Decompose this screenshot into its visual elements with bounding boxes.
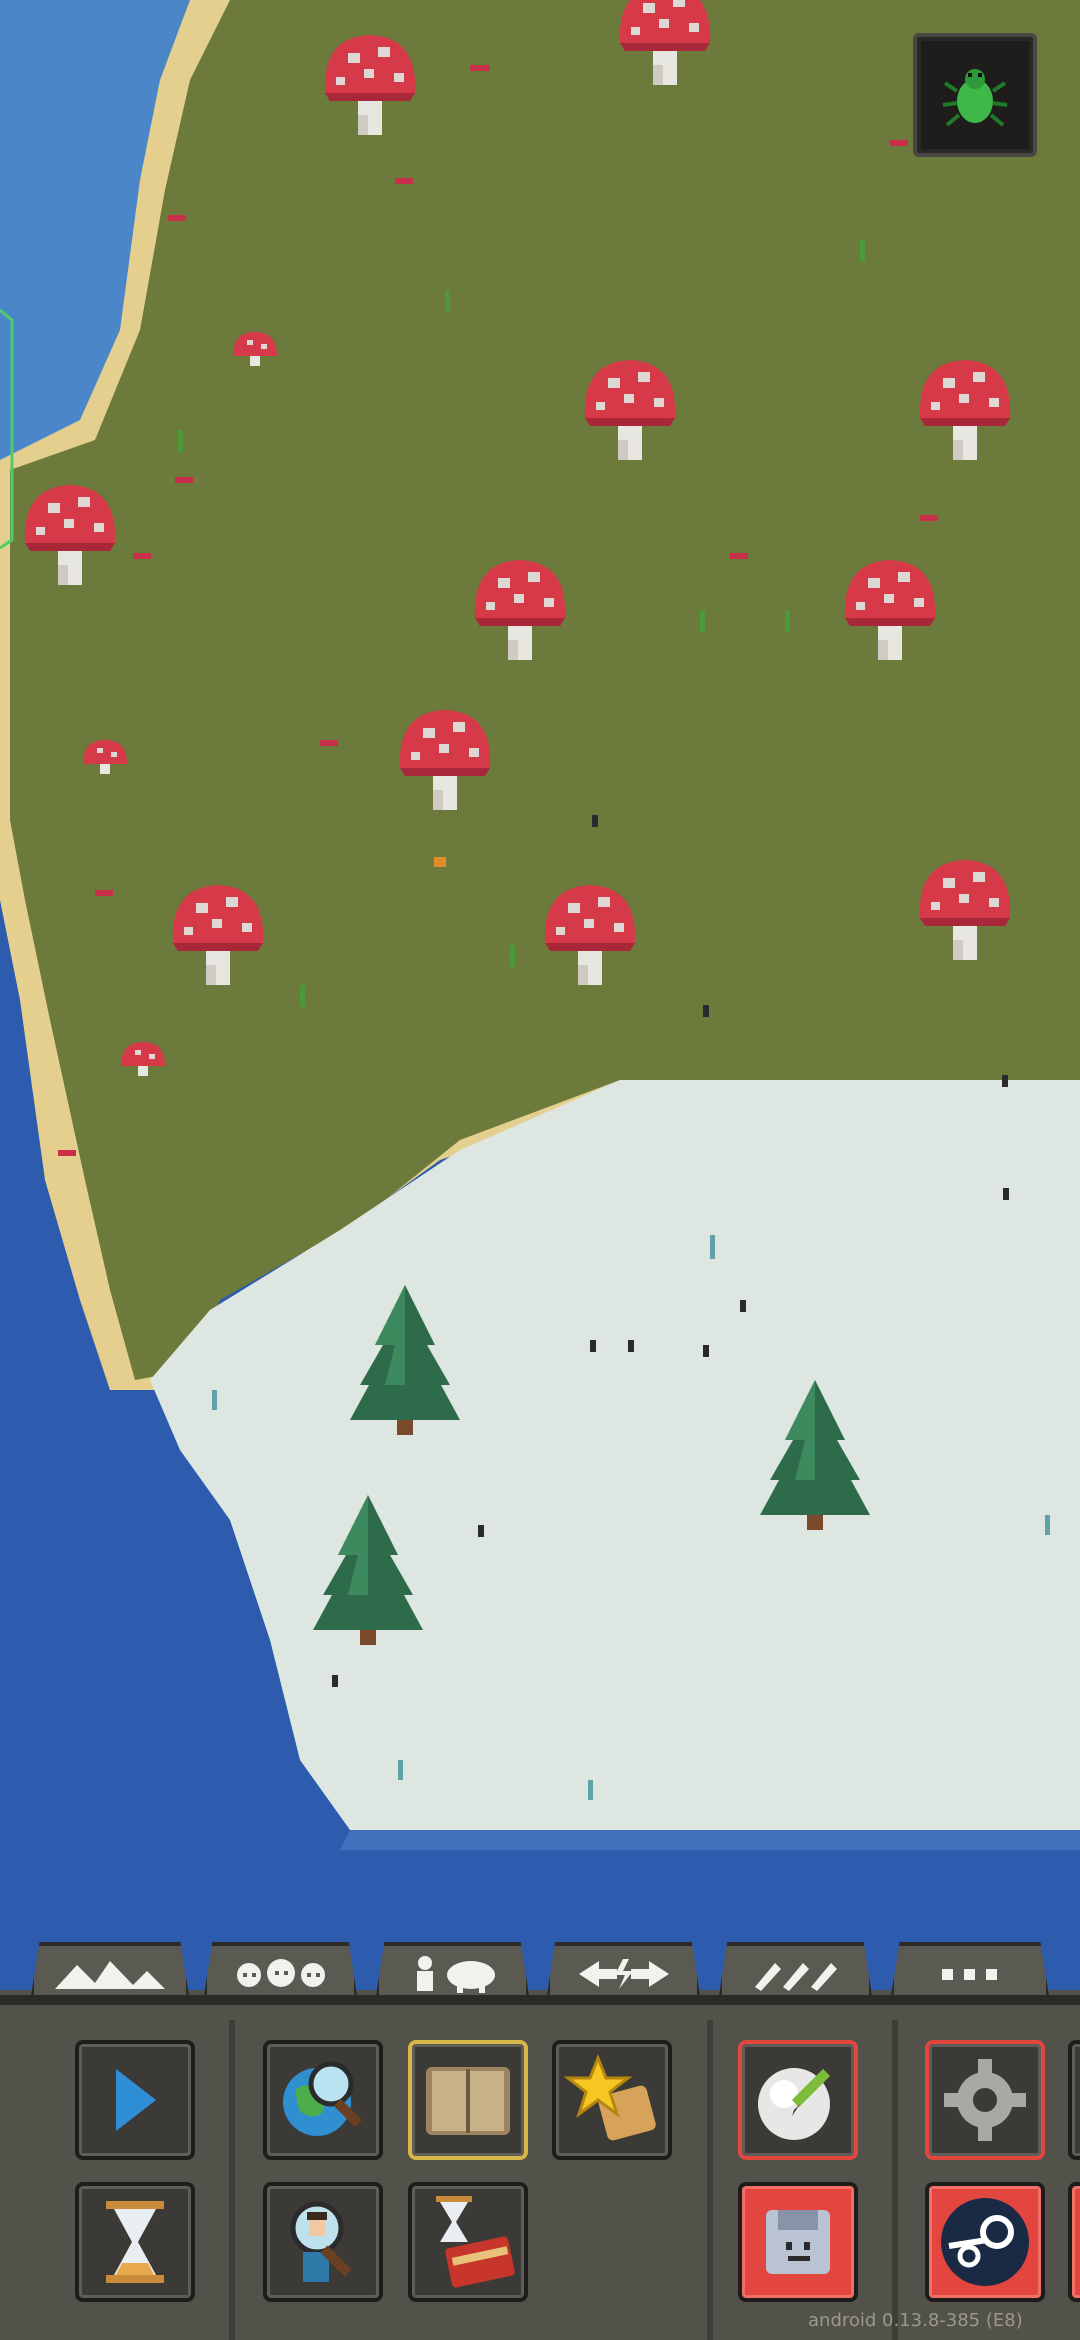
tab-creatures[interactable] [375,1942,530,2002]
ellipsis-icon [942,1969,997,1980]
lightning-swap-icon [578,1959,669,1989]
kingdom-heads-icon [236,1959,325,1987]
green-bug-icon [942,69,1008,127]
brushes-icon [754,1963,837,1991]
tab-more[interactable] [890,1942,1050,2002]
world-laws-button[interactable] [408,2040,528,2160]
tab-terrain[interactable] [30,1942,190,2002]
steam-icon [941,2198,1029,2286]
mountains-icon [55,1961,165,1989]
hourglass-icon [106,2201,164,2283]
save-button[interactable] [738,2182,858,2302]
category-tabs [0,1942,1080,2002]
open-book-icon [426,2067,510,2135]
gear-icon [944,2059,1026,2141]
human-sheep-icon [416,1956,495,1993]
tab-powers[interactable] [546,1942,701,2002]
play-button[interactable] [75,2040,195,2160]
time-button[interactable] [75,2182,195,2302]
history-button[interactable] [408,2182,528,2302]
world-info-button[interactable] [263,2040,383,2160]
settings-button[interactable] [925,2040,1045,2160]
unit-search-button[interactable] [263,2182,383,2302]
star-scroll-icon [563,2053,656,2141]
world-map[interactable] [0,0,1080,1990]
pencil-sphere-icon [758,2068,831,2140]
play-icon [116,2069,156,2131]
favorites-button[interactable] [552,2040,672,2160]
overflow-button-partial[interactable] [1068,2040,1080,2160]
overflow-button-partial[interactable] [1068,2182,1080,2302]
version-label: android 0.13.8-385 (E8) [808,2310,1023,2331]
person-magnifier-icon [290,2201,352,2282]
toolbar-divider [229,2020,235,2340]
steam-button[interactable] [925,2182,1045,2302]
floppy-face-icon [766,2210,830,2274]
world-editor-button[interactable] [738,2040,858,2160]
creature-spawn-button[interactable] [913,33,1037,157]
toolbar-divider [707,2020,713,2340]
globe-magnifier-icon [283,2061,363,2136]
toolbar-divider [892,2020,898,2340]
tab-civilizations[interactable] [203,1942,358,2002]
hourglass-book-icon [436,2196,515,2288]
tab-divider-line [0,1995,1080,2005]
tab-tools[interactable] [718,1942,873,2002]
